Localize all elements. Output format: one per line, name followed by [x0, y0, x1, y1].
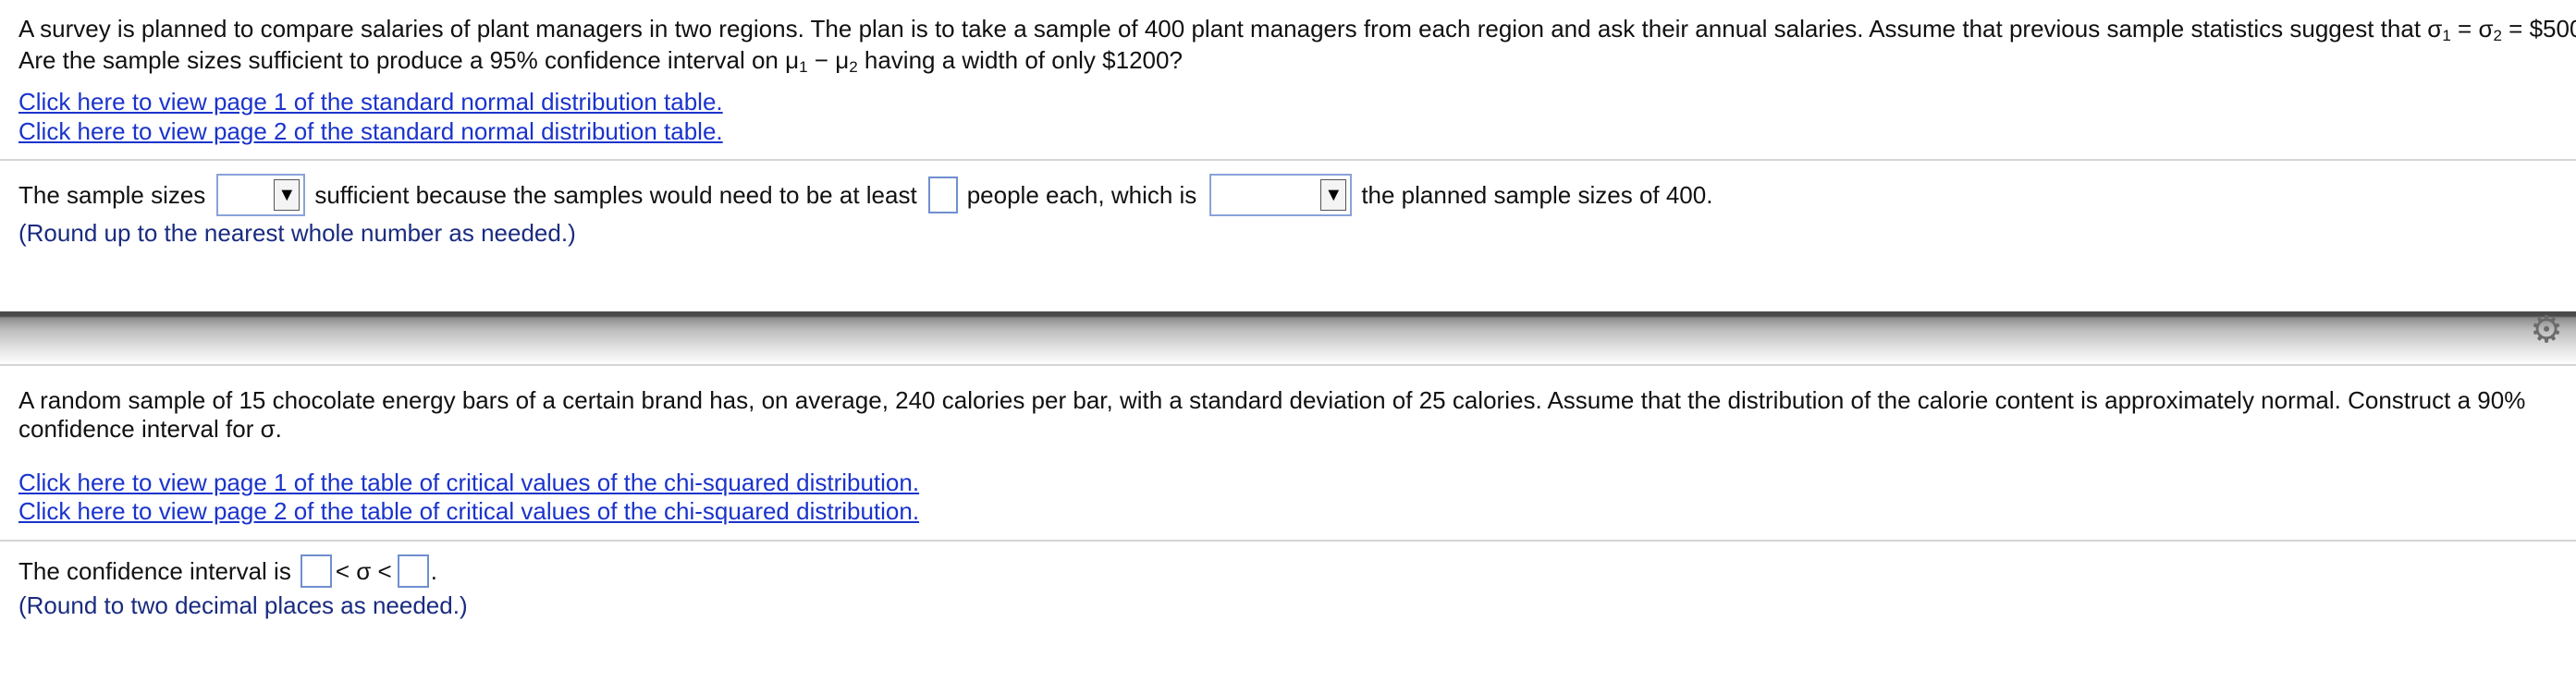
- question-1-line-1: A survey is planned to compare salaries …: [18, 15, 2576, 44]
- people-count-input[interactable]: [927, 177, 958, 213]
- answer-row-1: The sample sizes ▼ sufficient because th…: [18, 174, 1712, 216]
- chi-squared-table-page-1-link[interactable]: Click here to view page 1 of the table o…: [18, 467, 919, 498]
- normal-table-page-1-link[interactable]: Click here to view page 1 of the standar…: [18, 86, 723, 117]
- rounding-hint: (Round to two decimal places as needed.): [18, 591, 468, 619]
- divider-line: [0, 159, 2576, 161]
- lower-bound-input[interactable]: [300, 554, 332, 588]
- gear-icon[interactable]: ⚙: [2529, 311, 2564, 348]
- triangle-down-icon: ▼: [274, 179, 301, 211]
- question-1-line-2: Are the sample sizes sufficient to produ…: [18, 46, 1183, 76]
- comparison-dropdown[interactable]: ▼: [1209, 174, 1353, 216]
- rounding-hint: (Round up to the nearest whole number as…: [18, 219, 576, 247]
- upper-bound-input[interactable]: [397, 554, 429, 588]
- answer-row-2: The confidence interval is < σ < .: [18, 553, 437, 590]
- section-divider: [0, 311, 2576, 365]
- triangle-down-icon: ▼: [1320, 179, 1347, 211]
- chi-squared-table-page-2-link[interactable]: Click here to view page 2 of the table o…: [18, 495, 919, 527]
- sufficiency-dropdown[interactable]: ▼: [216, 174, 306, 216]
- question-2-line-1: A random sample of 15 chocolate energy b…: [18, 386, 2526, 414]
- question-2-line-2: confidence interval for σ.: [18, 415, 282, 443]
- normal-table-page-2-link[interactable]: Click here to view page 2 of the standar…: [18, 116, 723, 147]
- divider-line: [0, 540, 2576, 542]
- divider-line: [0, 364, 2576, 366]
